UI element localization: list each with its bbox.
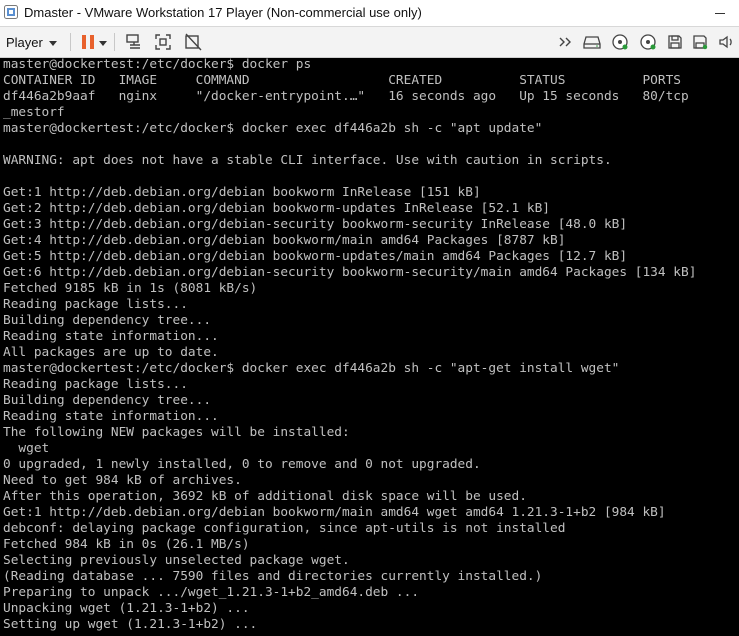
terminal-line: Need to get 984 kB of archives. — [3, 473, 242, 488]
chevron-down-icon — [48, 40, 57, 46]
terminal-line: Get:4 http://deb.debian.org/debian bookw… — [3, 233, 566, 248]
terminal-output: master@dockertest:/etc/docker$ docker ps… — [0, 58, 739, 633]
toolbar: Player — [0, 27, 739, 58]
player-menu-label: Player — [6, 34, 43, 50]
terminal-line: master@dockertest:/etc/docker$ docker ps — [3, 58, 312, 72]
player-menu[interactable]: Player — [6, 32, 57, 52]
terminal-line: Get:6 http://deb.debian.org/debian-secur… — [3, 265, 697, 280]
terminal-line: (Reading database ... 7590 files and dir… — [3, 569, 543, 584]
terminal-line: master@dockertest:/etc/docker$ docker ex… — [3, 121, 543, 136]
terminal-screen[interactable]: master@dockertest:/etc/docker$ docker ps… — [0, 58, 739, 636]
hard-disk-icon[interactable] — [582, 32, 602, 52]
terminal-line: debconf: delaying package configuration,… — [3, 521, 566, 536]
terminal-line: Preparing to unpack .../wget_1.21.3-1+b2… — [3, 585, 420, 600]
terminal-line: df446a2b9aaf nginx "/docker-entrypoint.…… — [3, 89, 689, 104]
toolbar-separator — [70, 33, 71, 51]
send-ctrl-alt-del-icon[interactable] — [124, 32, 144, 52]
terminal-line: Fetched 9185 kB in 1s (8081 kB/s) — [3, 281, 258, 296]
terminal-line: Selecting previously unselected package … — [3, 553, 350, 568]
terminal-line: Get:1 http://deb.debian.org/debian bookw… — [3, 185, 481, 200]
terminal-line: Reading state information... — [3, 409, 219, 424]
minimize-button[interactable] — [705, 0, 735, 26]
title-bar: Dmaster - VMware Workstation 17 Player (… — [0, 0, 739, 27]
terminal-line: 0 upgraded, 1 newly installed, 0 to remo… — [3, 457, 481, 472]
floppy-icon[interactable] — [665, 32, 685, 52]
terminal-line: Reading state information... — [3, 329, 219, 344]
toolbar-separator — [114, 33, 115, 51]
unity-icon[interactable] — [183, 32, 203, 52]
cd-dvd-icon[interactable] — [610, 32, 630, 52]
pause-icon[interactable] — [78, 32, 98, 52]
terminal-line: After this operation, 3692 kB of additio… — [3, 489, 527, 504]
terminal-line: Reading package lists... — [3, 297, 188, 312]
terminal-line: master@dockertest:/etc/docker$ docker ex… — [3, 361, 620, 376]
terminal-line: CONTAINER ID IMAGE COMMAND CREATED STATU… — [3, 73, 681, 88]
window-title: Dmaster - VMware Workstation 17 Player (… — [24, 5, 422, 20]
vmware-player-icon — [4, 5, 18, 19]
terminal-line: All packages are up to date. — [3, 345, 219, 360]
speaker-icon[interactable] — [717, 32, 737, 52]
terminal-line: Reading package lists... — [3, 377, 188, 392]
terminal-line: Get:2 http://deb.debian.org/debian bookw… — [3, 201, 551, 216]
terminal-line: Setting up wget (1.21.3-1+b2) ... — [3, 617, 258, 632]
floppy-2-icon[interactable] — [690, 32, 710, 52]
terminal-line: wget — [3, 441, 50, 456]
pause-dropdown-icon[interactable] — [97, 32, 109, 52]
terminal-line: Building dependency tree... — [3, 393, 212, 408]
terminal-line: Get:5 http://deb.debian.org/debian bookw… — [3, 249, 628, 264]
double-chevron-icon[interactable] — [556, 32, 576, 52]
terminal-line: Get:3 http://deb.debian.org/debian-secur… — [3, 217, 628, 232]
terminal-line: Fetched 984 kB in 0s (26.1 MB/s) — [3, 537, 250, 552]
terminal-line: Get:1 http://deb.debian.org/debian bookw… — [3, 505, 666, 520]
terminal-line: Unpacking wget (1.21.3-1+b2) ... — [3, 601, 250, 616]
terminal-line: _mestorf — [3, 105, 65, 120]
fit-guest-icon[interactable] — [153, 32, 173, 52]
cd-dvd-2-icon[interactable] — [638, 32, 658, 52]
terminal-line: WARNING: apt does not have a stable CLI … — [3, 153, 612, 168]
terminal-line: Building dependency tree... — [3, 313, 212, 328]
terminal-line: The following NEW packages will be insta… — [3, 425, 350, 440]
